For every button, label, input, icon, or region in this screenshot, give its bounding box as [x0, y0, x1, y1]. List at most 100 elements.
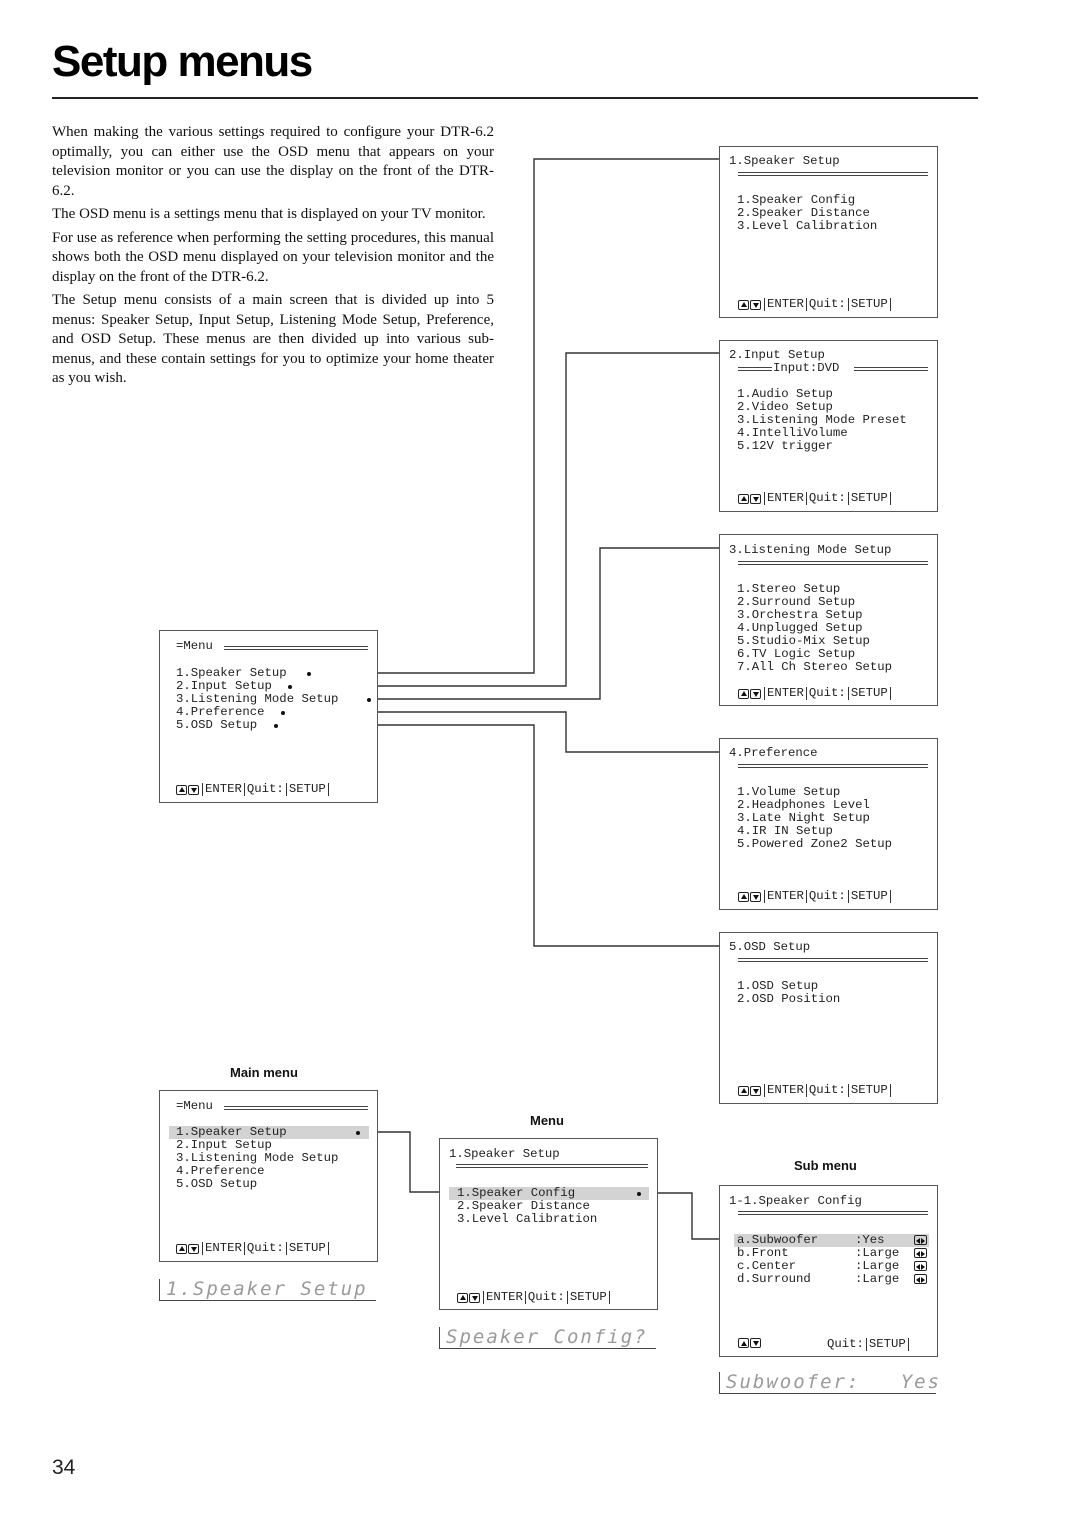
- osd-example-main-menu: =Menu 1.Speaker Setup 2.Input Setup 3.Li…: [159, 1090, 378, 1262]
- osd-footer: ENTER Quit: SETUP: [457, 1291, 612, 1304]
- osd-submenu-speaker-setup: 1.Speaker Setup 1.Speaker Config 2.Speak…: [719, 146, 938, 318]
- footer-setup: SETUP: [850, 889, 888, 903]
- osd-footer: ENTER Quit: SETUP: [738, 1084, 893, 1097]
- down-arrow-key-icon: [188, 784, 199, 795]
- submenu-title: 3.Listening Mode Setup: [729, 543, 892, 557]
- connector-dot: [288, 685, 292, 689]
- footer-enter: ENTER: [767, 1083, 804, 1097]
- submenu-item[interactable]: 5.Powered Zone2 Setup: [737, 838, 892, 851]
- left-right-key-icon: [914, 1261, 927, 1271]
- caption-main-menu: Main menu: [230, 1065, 298, 1080]
- intro-paragraph: The Setup menu consists of a main screen…: [52, 292, 494, 386]
- footer-enter: ENTER: [205, 1241, 242, 1255]
- footer-setup: SETUP: [569, 1290, 607, 1304]
- intro-paragraph: The OSD menu is a settings menu that is …: [52, 206, 486, 222]
- menu-item-osd-setup[interactable]: 5.OSD Setup: [176, 1178, 257, 1191]
- osd-footer: ENTER Quit: SETUP: [738, 492, 893, 505]
- up-arrow-key-icon: [738, 688, 749, 699]
- connector-dot: [281, 711, 285, 715]
- osd-submenu-input-setup: 2.Input Setup Input:DVD 1.Audio Setup 2.…: [719, 340, 938, 512]
- left-right-key-icon: [914, 1274, 927, 1284]
- title-rule: [738, 958, 928, 962]
- connector-dot: [307, 672, 311, 676]
- page-number: 34: [52, 1456, 76, 1479]
- menu-header: =Menu: [176, 1099, 213, 1113]
- submenu-item[interactable]: 7.All Ch Stereo Setup: [737, 661, 892, 674]
- footer-enter: ENTER: [205, 782, 242, 796]
- down-arrow-key-icon: [750, 1085, 761, 1096]
- caption-sub-menu: Sub menu: [794, 1158, 857, 1173]
- osd-footer: [738, 1338, 762, 1348]
- osd-example-menu: 1.Speaker Setup 1.Speaker Config 2.Speak…: [439, 1138, 658, 1310]
- header-rule: [224, 1106, 368, 1110]
- submenu-title: 4.Preference: [729, 746, 818, 760]
- submenu-title: 1.Speaker Setup: [729, 154, 840, 168]
- footer-enter: ENTER: [486, 1290, 523, 1304]
- connector-dot: [637, 1192, 641, 1196]
- title-rule: [738, 1211, 928, 1215]
- up-arrow-key-icon: [176, 1243, 187, 1254]
- up-arrow-key-icon: [738, 493, 749, 504]
- down-arrow-key-icon: [188, 1243, 199, 1254]
- submenu-title: 5.OSD Setup: [729, 940, 811, 954]
- connector-dot: [356, 1131, 360, 1135]
- submenu-item[interactable]: 3.Level Calibration: [457, 1213, 597, 1226]
- setting-value-surround[interactable]: :Large: [855, 1273, 899, 1286]
- down-arrow-key-icon: [750, 1338, 761, 1348]
- subtitle-rule-left: [738, 367, 772, 371]
- footer-quit: Quit:: [808, 686, 846, 700]
- title-rule: [738, 172, 928, 176]
- menu-header: =Menu: [176, 639, 213, 653]
- footer-setup: SETUP: [850, 1083, 888, 1097]
- front-display-main-menu: 1.Speaker Setup: [159, 1279, 376, 1301]
- footer-setup: SETUP: [850, 297, 888, 311]
- submenu-item[interactable]: 3.Level Calibration: [737, 220, 877, 233]
- footer-setup: SETUP: [850, 686, 888, 700]
- osd-submenu-preference: 4.Preference 1.Volume Setup 2.Headphones…: [719, 738, 938, 910]
- left-right-key-icon: [914, 1235, 927, 1245]
- footer-enter: ENTER: [767, 491, 804, 505]
- footer-quit: Quit:: [808, 889, 846, 903]
- submenu-title: 1.Speaker Setup: [449, 1147, 560, 1161]
- submenu-subtitle: Input:DVD: [773, 361, 840, 375]
- osd-submenu-osd-setup: 5.OSD Setup 1.OSD Setup 2.OSD Position E…: [719, 932, 938, 1104]
- osd-submenu-listening-mode-setup: 3.Listening Mode Setup 1.Stereo Setup 2.…: [719, 534, 938, 706]
- footer-setup: SETUP: [288, 782, 326, 796]
- up-arrow-key-icon: [176, 784, 187, 795]
- footer-quit: Quit:: [827, 1337, 864, 1351]
- up-arrow-key-icon: [738, 1338, 749, 1348]
- down-arrow-key-icon: [750, 299, 761, 310]
- submenu-item[interactable]: 2.OSD Position: [737, 993, 840, 1006]
- intro-paragraph: When making the various settings require…: [52, 124, 494, 199]
- title-rule: [738, 561, 928, 565]
- connector-listening-mode: [369, 547, 722, 700]
- up-arrow-key-icon: [738, 891, 749, 902]
- footer-setup: SETUP: [850, 491, 888, 505]
- title-rule: [738, 764, 928, 768]
- up-arrow-key-icon: [738, 299, 749, 310]
- subtitle-rule-right: [854, 367, 928, 371]
- submenu-item[interactable]: 5.12V trigger: [737, 440, 833, 453]
- up-arrow-key-icon: [457, 1292, 468, 1303]
- footer-quit: Quit:: [246, 782, 284, 796]
- footer-quit: Quit:: [246, 1241, 284, 1255]
- connector-dot: [274, 724, 278, 728]
- osd-footer: ENTER Quit: SETUP: [738, 687, 893, 700]
- intro-text: When making the various settings require…: [52, 123, 494, 393]
- footer-quit: Quit:: [808, 491, 846, 505]
- osd-footer: ENTER Quit: SETUP: [738, 890, 893, 903]
- footer-enter: ENTER: [767, 297, 804, 311]
- osd-main-menu: =Menu 1.Speaker Setup 2.Input Setup 3.Li…: [159, 630, 378, 803]
- setting-label-surround[interactable]: d.Surround: [737, 1273, 811, 1286]
- footer-quit: Quit:: [808, 297, 846, 311]
- up-arrow-key-icon: [738, 1085, 749, 1096]
- page-title: Setup menus: [52, 37, 313, 86]
- front-display-menu: Speaker Config?: [439, 1327, 656, 1349]
- connector-dot: [367, 698, 371, 702]
- menu-item-osd-setup[interactable]: 5.OSD Setup: [176, 719, 257, 732]
- down-arrow-key-icon: [750, 891, 761, 902]
- intro-paragraph: For use as reference when performing the…: [52, 229, 494, 285]
- osd-footer: ENTER Quit: SETUP: [176, 1242, 331, 1255]
- submenu-title: 1-1.Speaker Config: [729, 1194, 862, 1208]
- footer-quit: Quit:: [527, 1290, 565, 1304]
